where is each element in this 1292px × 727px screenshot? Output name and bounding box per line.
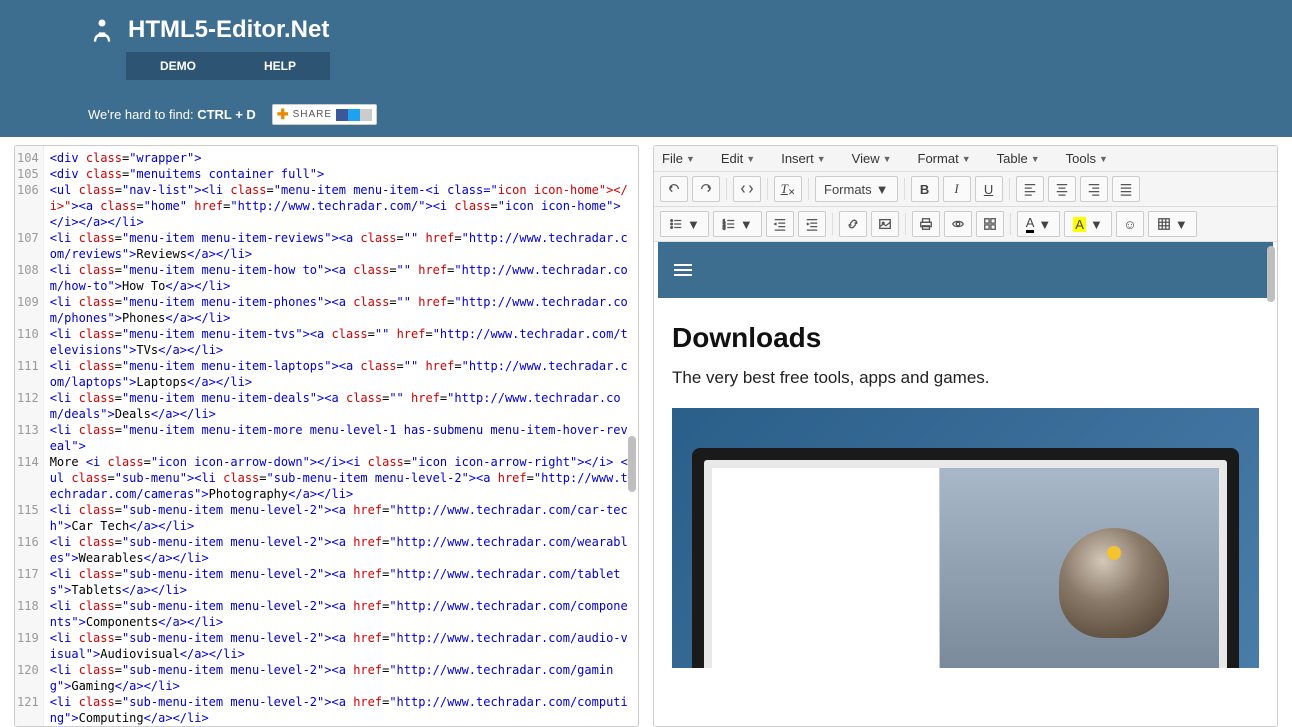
preview-button[interactable] — [944, 211, 972, 237]
table-button[interactable]: ▼ — [1148, 211, 1197, 237]
bold-button[interactable]: B — [911, 176, 939, 202]
social-icons — [336, 109, 372, 121]
code-content[interactable]: <div class="wrapper"><div class="menuite… — [44, 146, 638, 726]
menu-file[interactable]: File▼ — [662, 151, 695, 166]
formats-dropdown[interactable]: Formats▼ — [815, 176, 898, 202]
nav-help[interactable]: HELP — [230, 52, 330, 80]
bg-color-button[interactable]: A▼ — [1064, 211, 1112, 237]
header-nav: DEMO HELP — [126, 52, 330, 80]
menu-table[interactable]: Table▼ — [997, 151, 1040, 166]
menu-view[interactable]: View▼ — [852, 151, 892, 166]
toolbar-row-2: ▼ 123▼ A▼ A▼ ☺ ▼ — [654, 207, 1277, 242]
text-color-button[interactable]: A▼ — [1017, 211, 1061, 237]
brand: HTML5-Editor.Net — [88, 16, 1204, 44]
clear-format-button[interactable]: T✕ — [774, 176, 802, 202]
svg-text:3: 3 — [723, 225, 726, 230]
logo-icon — [88, 16, 116, 44]
menu-edit[interactable]: Edit▼ — [721, 151, 755, 166]
undo-button[interactable] — [660, 176, 688, 202]
number-list-button[interactable]: 123▼ — [713, 211, 762, 237]
align-right-button[interactable] — [1080, 176, 1108, 202]
menu-format[interactable]: Format▼ — [918, 151, 971, 166]
code-editor[interactable]: 1041051061071081091101111121131141151161… — [14, 145, 639, 727]
menu-insert[interactable]: Insert▼ — [781, 151, 825, 166]
preview-title: Downloads — [672, 322, 1259, 354]
emoji-button[interactable]: ☺ — [1116, 211, 1144, 237]
nav-demo[interactable]: DEMO — [126, 52, 230, 80]
print-button[interactable] — [912, 211, 940, 237]
site-header: HTML5-Editor.Net DEMO HELP We're hard to… — [0, 0, 1292, 137]
toolbar-row-1: T✕ Formats▼ B I U — [654, 172, 1277, 207]
fullscreen-button[interactable] — [976, 211, 1004, 237]
preview-area[interactable]: Downloads The very best free tools, apps… — [654, 242, 1277, 726]
code-scrollbar[interactable] — [628, 436, 636, 492]
preview-header-bar — [658, 242, 1273, 298]
link-button[interactable] — [839, 211, 867, 237]
hamburger-icon[interactable] — [674, 264, 692, 276]
menubar: File▼ Edit▼ Insert▼ View▼ Format▼ Table▼… — [654, 146, 1277, 172]
italic-button[interactable]: I — [943, 176, 971, 202]
wysiwyg-editor: File▼ Edit▼ Insert▼ View▼ Format▼ Table▼… — [653, 145, 1278, 727]
preview-subtitle: The very best free tools, apps and games… — [672, 368, 1259, 388]
tagline: We're hard to find: CTRL + D ✚ SHARE — [88, 104, 1204, 125]
preview-hero-image — [672, 408, 1259, 668]
editor-area: 1041051061071081091101111121131141151161… — [0, 137, 1292, 727]
redo-button[interactable] — [692, 176, 720, 202]
share-button[interactable]: ✚ SHARE — [272, 104, 377, 125]
menu-tools[interactable]: Tools▼ — [1066, 151, 1108, 166]
indent-button[interactable] — [798, 211, 826, 237]
line-gutter: 1041051061071081091101111121131141151161… — [15, 146, 44, 726]
align-center-button[interactable] — [1048, 176, 1076, 202]
plus-icon: ✚ — [277, 106, 289, 123]
align-left-button[interactable] — [1016, 176, 1044, 202]
align-justify-button[interactable] — [1112, 176, 1140, 202]
outdent-button[interactable] — [766, 211, 794, 237]
wysiwyg-scrollbar[interactable] — [1267, 246, 1275, 302]
bullet-list-button[interactable]: ▼ — [660, 211, 709, 237]
image-button[interactable] — [871, 211, 899, 237]
underline-button[interactable]: U — [975, 176, 1003, 202]
brand-title: HTML5-Editor.Net — [128, 16, 329, 44]
source-code-button[interactable] — [733, 176, 761, 202]
